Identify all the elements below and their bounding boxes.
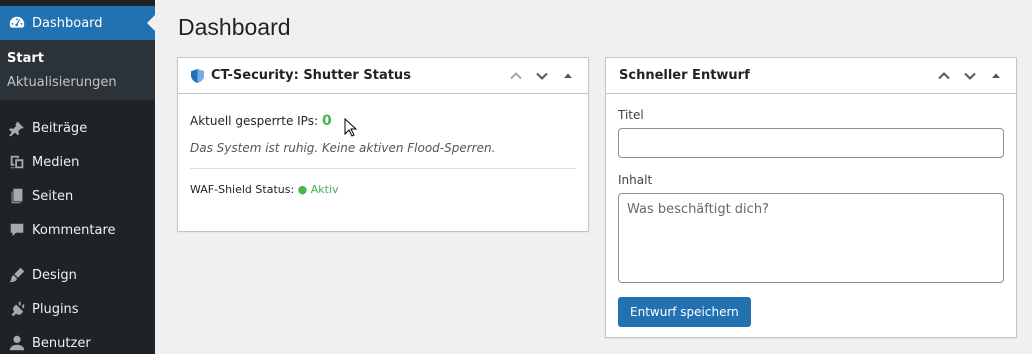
widget-body: Aktuell gesperrte IPs: 0 Das System ist … bbox=[178, 113, 588, 196]
blocked-ips-label: Aktuell gesperrte IPs: bbox=[190, 114, 319, 128]
move-up-icon[interactable] bbox=[934, 66, 954, 86]
menu-label: Seiten bbox=[32, 188, 74, 204]
widget-handle-actions bbox=[934, 66, 1016, 86]
security-status-widget: CT-Security: Shutter Status Aktuell gesp… bbox=[177, 57, 589, 232]
dashboard-submenu: Start Aktualisierungen bbox=[0, 40, 155, 100]
widget-handle-actions bbox=[506, 66, 588, 86]
shield-icon bbox=[191, 68, 204, 83]
move-up-icon[interactable] bbox=[506, 66, 526, 86]
comment-icon bbox=[7, 220, 27, 240]
widget-title: CT-Security: Shutter Status bbox=[191, 68, 506, 83]
blocked-ips-line: Aktuell gesperrte IPs: 0 bbox=[190, 113, 576, 129]
system-status-message: Das System ist ruhig. Keine aktiven Floo… bbox=[190, 141, 496, 155]
content-label: Inhalt bbox=[618, 173, 653, 187]
title-label: Titel bbox=[618, 108, 644, 122]
widget-title: Schneller Entwurf bbox=[619, 68, 934, 83]
menu-item-pages[interactable]: Seiten bbox=[0, 179, 155, 213]
draft-content-textarea[interactable] bbox=[618, 193, 1004, 283]
draft-title-input[interactable] bbox=[618, 128, 1004, 158]
menu-item-dashboard[interactable]: Dashboard bbox=[0, 6, 155, 40]
widget-title-text: CT-Security: Shutter Status bbox=[211, 68, 411, 83]
waf-status-line: WAF-Shield Status: ● Aktiv bbox=[190, 183, 576, 196]
menu-label: Medien bbox=[32, 154, 80, 170]
collapse-toggle-icon[interactable] bbox=[558, 66, 578, 86]
menu-item-users[interactable]: Benutzer bbox=[0, 326, 155, 354]
waf-status-badge: ● Aktiv bbox=[297, 183, 339, 196]
plugin-icon bbox=[7, 299, 27, 319]
menu-label: Dashboard bbox=[32, 15, 103, 31]
menu-item-media[interactable]: Medien bbox=[0, 145, 155, 179]
menu-label: Beiträge bbox=[32, 120, 88, 136]
menu-label: Design bbox=[32, 267, 77, 283]
quick-draft-widget: Schneller Entwurf Titel Inhalt Entwurf s… bbox=[605, 57, 1017, 338]
waf-status-label: WAF-Shield Status: bbox=[190, 183, 295, 196]
page-icon bbox=[7, 186, 27, 206]
menu-label: Plugins bbox=[32, 301, 79, 317]
pin-icon bbox=[7, 118, 27, 138]
blocked-ips-count: 0 bbox=[322, 113, 332, 129]
brush-icon bbox=[7, 265, 27, 285]
menu-label: Benutzer bbox=[32, 335, 91, 351]
menu-item-design[interactable]: Design bbox=[0, 258, 155, 292]
menu-item-plugins[interactable]: Plugins bbox=[0, 292, 155, 326]
submenu-item-start[interactable]: Start bbox=[0, 47, 155, 71]
move-down-icon[interactable] bbox=[960, 66, 980, 86]
widget-header[interactable]: CT-Security: Shutter Status bbox=[178, 58, 588, 94]
widget-header[interactable]: Schneller Entwurf bbox=[606, 58, 1016, 94]
mouse-cursor-icon bbox=[344, 117, 358, 141]
widget-title-text: Schneller Entwurf bbox=[619, 68, 750, 83]
widget-body: Titel Inhalt Entwurf speichern bbox=[606, 94, 1016, 327]
save-draft-button[interactable]: Entwurf speichern bbox=[618, 297, 751, 327]
move-down-icon[interactable] bbox=[532, 66, 552, 86]
media-icon bbox=[7, 152, 27, 172]
dashboard-icon bbox=[7, 13, 27, 33]
admin-sidebar: Dashboard Start Aktualisierungen Beiträg… bbox=[0, 0, 155, 354]
menu-label: Kommentare bbox=[32, 222, 116, 238]
menu-item-posts[interactable]: Beiträge bbox=[0, 111, 155, 145]
menu-item-comments[interactable]: Kommentare bbox=[0, 213, 155, 247]
page-title: Dashboard bbox=[178, 14, 291, 40]
submenu-item-updates[interactable]: Aktualisierungen bbox=[0, 71, 155, 95]
user-icon bbox=[7, 333, 27, 353]
collapse-toggle-icon[interactable] bbox=[986, 66, 1006, 86]
divider bbox=[190, 168, 576, 169]
